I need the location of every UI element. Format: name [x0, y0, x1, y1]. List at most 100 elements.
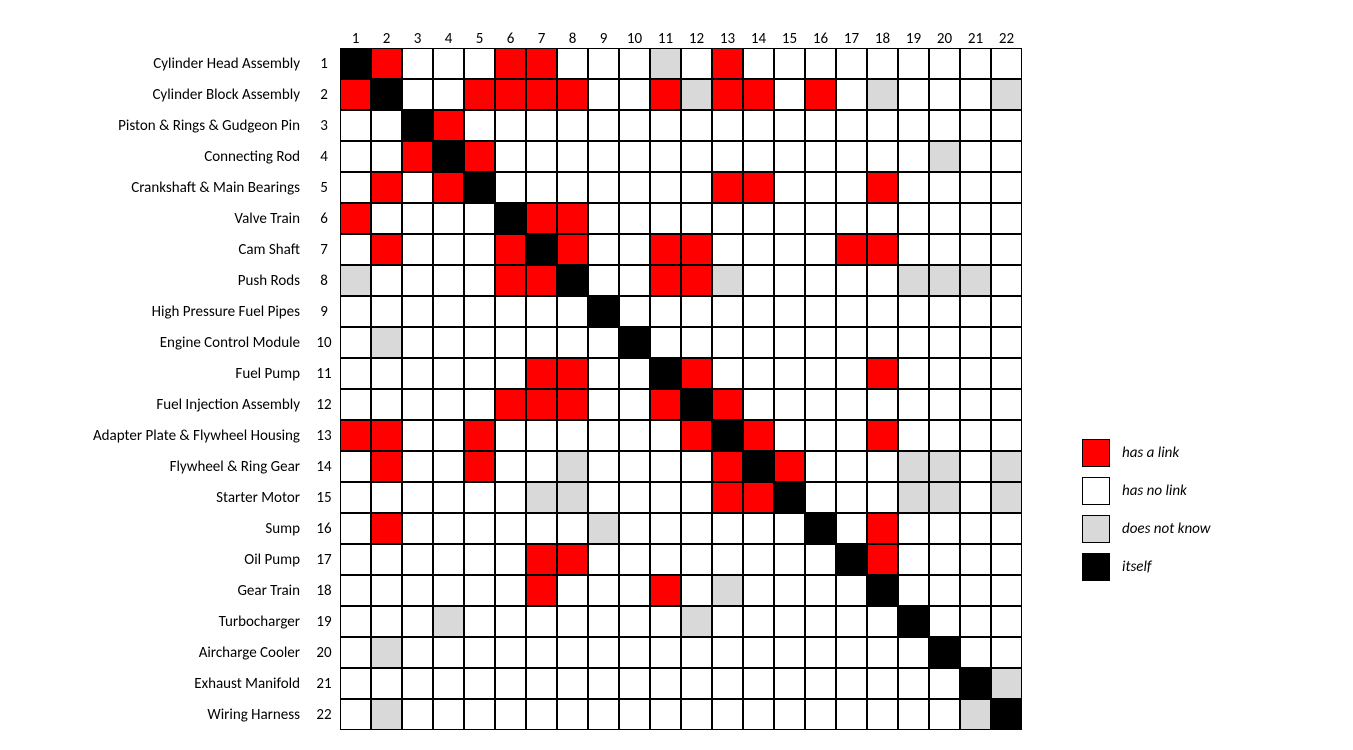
cell-8-12 [681, 265, 712, 296]
cell-1-20 [929, 48, 960, 79]
cell-20-6 [495, 637, 526, 668]
col-header-1: 1 [340, 20, 371, 48]
cell-15-17 [836, 482, 867, 513]
cell-13-21 [960, 420, 991, 451]
cell-17-9 [588, 544, 619, 575]
cell-13-16 [805, 420, 836, 451]
matrix-row-7: Cam Shaft7 [20, 234, 1022, 265]
cell-20-3 [402, 637, 433, 668]
cell-10-4 [433, 327, 464, 358]
cell-18-17 [836, 575, 867, 606]
matrix-row-13: Adapter Plate & Flywheel Housing13 [20, 420, 1022, 451]
cell-22-5 [464, 699, 495, 730]
cell-15-22 [991, 482, 1022, 513]
cell-17-5 [464, 544, 495, 575]
cell-14-7 [526, 451, 557, 482]
matrix-row-1: Cylinder Head Assembly1 [20, 48, 1022, 79]
cell-21-3 [402, 668, 433, 699]
cell-15-9 [588, 482, 619, 513]
cell-11-21 [960, 358, 991, 389]
cell-9-4 [433, 296, 464, 327]
cell-6-7 [526, 203, 557, 234]
row-num-17: 17 [308, 551, 340, 569]
cell-4-8 [557, 141, 588, 172]
cell-3-18 [867, 110, 898, 141]
cell-15-4 [433, 482, 464, 513]
cell-8-15 [774, 265, 805, 296]
cell-21-20 [929, 668, 960, 699]
col-header-12: 12 [681, 20, 712, 48]
cell-7-15 [774, 234, 805, 265]
cell-5-15 [774, 172, 805, 203]
cell-11-16 [805, 358, 836, 389]
cell-1-16 [805, 48, 836, 79]
cell-22-2 [371, 699, 402, 730]
cell-3-16 [805, 110, 836, 141]
cell-1-13 [712, 48, 743, 79]
cell-2-1 [340, 79, 371, 110]
cell-17-14 [743, 544, 774, 575]
cell-14-13 [712, 451, 743, 482]
cell-5-5 [464, 172, 495, 203]
cell-5-22 [991, 172, 1022, 203]
cell-13-11 [650, 420, 681, 451]
cell-9-2 [371, 296, 402, 327]
cell-5-4 [433, 172, 464, 203]
cell-19-13 [712, 606, 743, 637]
col-header-10: 10 [619, 20, 650, 48]
cell-10-3 [402, 327, 433, 358]
cell-18-4 [433, 575, 464, 606]
matrix-row-22: Wiring Harness22 [20, 699, 1022, 730]
cell-5-6 [495, 172, 526, 203]
cell-7-5 [464, 234, 495, 265]
row-num-20: 20 [308, 644, 340, 662]
cell-10-6 [495, 327, 526, 358]
legend-item-c-self: itself [1082, 553, 1211, 581]
cell-18-18 [867, 575, 898, 606]
cell-17-2 [371, 544, 402, 575]
row-label-7: Cam Shaft [20, 241, 308, 259]
cell-10-9 [588, 327, 619, 358]
cell-22-12 [681, 699, 712, 730]
cell-12-14 [743, 389, 774, 420]
cell-19-5 [464, 606, 495, 637]
cell-3-4 [433, 110, 464, 141]
cell-14-14 [743, 451, 774, 482]
cell-8-6 [495, 265, 526, 296]
cell-17-16 [805, 544, 836, 575]
cell-15-10 [619, 482, 650, 513]
row-label-6: Valve Train [20, 210, 308, 228]
cell-10-1 [340, 327, 371, 358]
cell-21-4 [433, 668, 464, 699]
cell-3-15 [774, 110, 805, 141]
cell-2-21 [960, 79, 991, 110]
cell-9-15 [774, 296, 805, 327]
row-num-14: 14 [308, 458, 340, 476]
cell-17-7 [526, 544, 557, 575]
cell-16-17 [836, 513, 867, 544]
cell-7-20 [929, 234, 960, 265]
row-num-4: 4 [308, 148, 340, 166]
col-header-7: 7 [526, 20, 557, 48]
cell-3-11 [650, 110, 681, 141]
cell-18-8 [557, 575, 588, 606]
cell-12-1 [340, 389, 371, 420]
cell-9-8 [557, 296, 588, 327]
cell-17-11 [650, 544, 681, 575]
matrix-row-4: Connecting Rod4 [20, 141, 1022, 172]
cell-19-22 [991, 606, 1022, 637]
cell-15-16 [805, 482, 836, 513]
cell-10-2 [371, 327, 402, 358]
matrix-row-8: Push Rods8 [20, 265, 1022, 296]
cell-6-18 [867, 203, 898, 234]
cell-17-21 [960, 544, 991, 575]
cell-15-1 [340, 482, 371, 513]
cell-19-10 [619, 606, 650, 637]
cell-22-7 [526, 699, 557, 730]
cell-20-21 [960, 637, 991, 668]
cell-22-17 [836, 699, 867, 730]
cell-4-1 [340, 141, 371, 172]
cell-12-18 [867, 389, 898, 420]
cell-17-4 [433, 544, 464, 575]
row-label-20: Aircharge Cooler [20, 644, 308, 662]
